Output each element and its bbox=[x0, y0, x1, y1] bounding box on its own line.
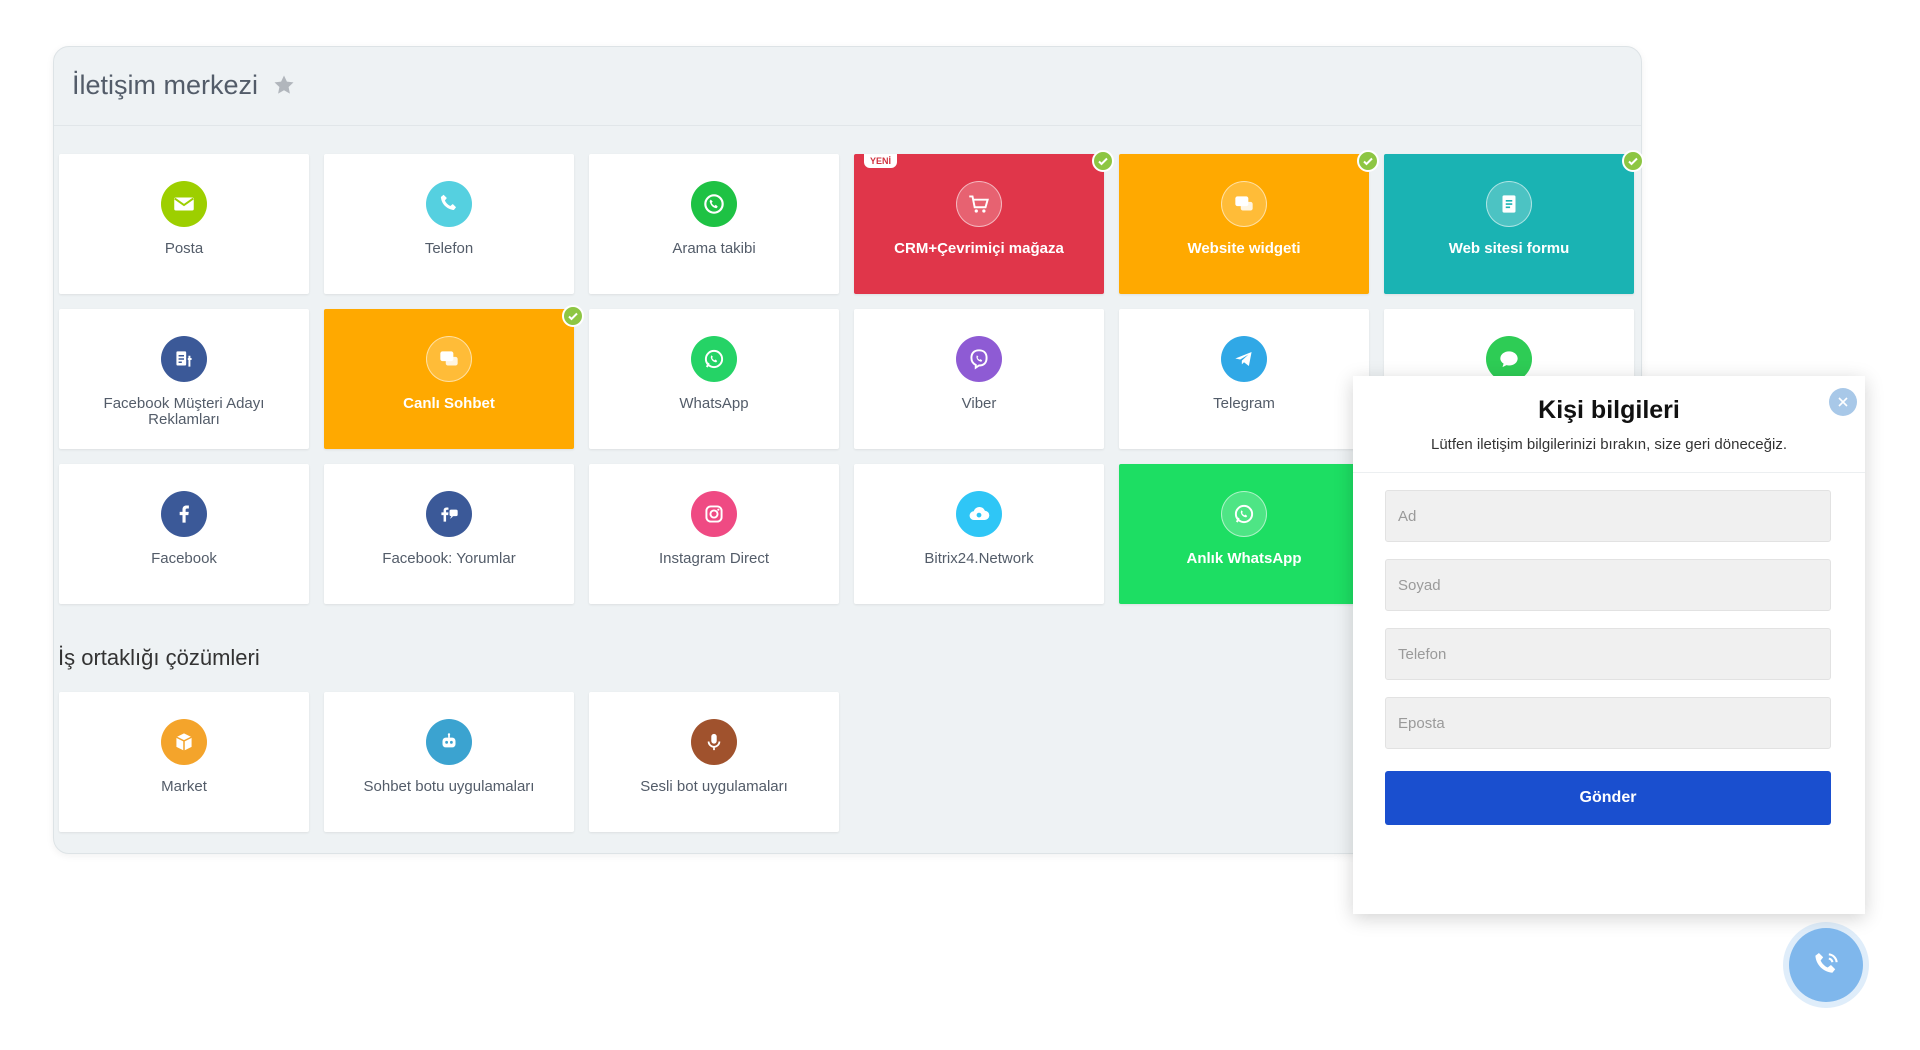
tile-label: Facebook: Yorumlar bbox=[382, 550, 516, 567]
tile-viber[interactable]: Viber bbox=[854, 309, 1104, 449]
tile-chatbot-apps[interactable]: Sohbet botu uygulamaları bbox=[324, 692, 574, 832]
tile-posta[interactable]: Posta bbox=[59, 154, 309, 294]
phone-input[interactable] bbox=[1385, 628, 1831, 680]
page-title-row: İletişim merkezi bbox=[72, 63, 296, 107]
tile-label: Canlı Sohbet bbox=[403, 395, 495, 412]
new-badge: YENİ bbox=[864, 154, 898, 168]
check-icon bbox=[1357, 150, 1379, 172]
microphone-icon bbox=[691, 719, 737, 765]
last-name-input[interactable] bbox=[1385, 559, 1831, 611]
tile-label: Market bbox=[161, 778, 207, 795]
facebook-leads-icon bbox=[161, 336, 207, 382]
phone-icon bbox=[1815, 952, 1838, 973]
submit-button[interactable]: Gönder bbox=[1385, 771, 1831, 825]
whatsapp-icon bbox=[691, 336, 737, 382]
mail-icon bbox=[161, 181, 207, 227]
tile-whatsapp[interactable]: WhatsApp bbox=[589, 309, 839, 449]
partner-section-title: İş ortaklığı çözümleri bbox=[58, 645, 260, 670]
tile-label: Telefon bbox=[424, 240, 474, 257]
close-icon bbox=[1838, 397, 1848, 407]
tile-website-widget[interactable]: Website widgeti bbox=[1119, 150, 1379, 294]
phone-icon bbox=[426, 181, 472, 227]
telegram-icon bbox=[1221, 336, 1267, 382]
title-divider bbox=[54, 125, 1641, 126]
tile-label: CRM+Çevrimiçi mağaza bbox=[894, 240, 1064, 257]
tile-voice-bot-apps[interactable]: Sesli bot uygulamaları bbox=[589, 692, 839, 832]
tile-label: Instagram Direct bbox=[658, 550, 770, 567]
robot-icon bbox=[426, 719, 472, 765]
tile-telegram[interactable]: Telegram bbox=[1119, 309, 1369, 449]
box-icon bbox=[161, 719, 207, 765]
cart-icon bbox=[956, 181, 1002, 227]
tile-instagram-direct[interactable]: Instagram Direct bbox=[589, 464, 839, 604]
tile-label: Viber bbox=[961, 395, 997, 412]
tile-label: Web sitesi formu bbox=[1448, 240, 1570, 257]
tile-arama-takibi[interactable]: Arama takibi bbox=[589, 154, 839, 294]
tile-live-chat[interactable]: Canlı Sohbet bbox=[324, 305, 584, 449]
tile-label: Telegram bbox=[1213, 395, 1275, 412]
tile-telefon[interactable]: Telefon bbox=[324, 154, 574, 294]
form-icon bbox=[1486, 181, 1532, 227]
call-tracking-icon bbox=[691, 181, 737, 227]
tile-label: Arama takibi bbox=[672, 240, 756, 257]
tile-label: Facebook bbox=[151, 550, 217, 567]
email-input[interactable] bbox=[1385, 697, 1831, 749]
form-subtitle: Lütfen iletişim bilgilerinizi bırakın, s… bbox=[1430, 436, 1787, 453]
tile-label: Anlık WhatsApp bbox=[1186, 550, 1302, 567]
check-icon bbox=[1092, 150, 1114, 172]
tile-facebook-lead-ads[interactable]: Facebook Müşteri Adayı Reklamları bbox=[59, 309, 309, 449]
callback-button[interactable] bbox=[1789, 928, 1863, 1002]
viber-icon bbox=[956, 336, 1002, 382]
whatsapp-icon bbox=[1221, 491, 1267, 537]
first-name-input[interactable] bbox=[1385, 490, 1831, 542]
tile-web-form[interactable]: Web sitesi formu bbox=[1384, 150, 1644, 294]
tile-label: Sesli bot uygulamaları bbox=[640, 778, 788, 795]
tile-market[interactable]: Market bbox=[59, 692, 309, 832]
form-divider bbox=[1353, 472, 1865, 473]
close-button[interactable] bbox=[1829, 388, 1857, 416]
instagram-icon bbox=[691, 491, 737, 537]
cloud-icon bbox=[956, 491, 1002, 537]
check-icon bbox=[1622, 150, 1644, 172]
tile-facebook[interactable]: Facebook bbox=[59, 464, 309, 604]
tile-label: WhatsApp bbox=[679, 395, 749, 412]
contact-form: Kişi bilgileri Lütfen iletişim bilgileri… bbox=[1353, 376, 1865, 914]
tile-crm-online-store[interactable]: YENİ CRM+Çevrimiçi mağaza bbox=[854, 150, 1114, 294]
star-icon[interactable] bbox=[272, 73, 296, 97]
tile-instant-whatsapp[interactable]: Anlık WhatsApp bbox=[1119, 464, 1369, 604]
tile-label: Website widgeti bbox=[1187, 240, 1301, 257]
form-title: Kişi bilgileri bbox=[1538, 396, 1680, 424]
facebook-comments-icon bbox=[426, 491, 472, 537]
live-chat-icon bbox=[426, 336, 472, 382]
tile-bitrix24-network[interactable]: Bitrix24.Network bbox=[854, 464, 1104, 604]
tile-label: Sohbet botu uygulamaları bbox=[363, 778, 535, 795]
tile-label: Bitrix24.Network bbox=[924, 550, 1034, 567]
page-title: İletişim merkezi bbox=[72, 69, 259, 100]
check-icon bbox=[562, 305, 584, 327]
tile-facebook-comments[interactable]: Facebook: Yorumlar bbox=[324, 464, 574, 604]
facebook-icon bbox=[161, 491, 207, 537]
tile-label: Facebook Müşteri Adayı Reklamları bbox=[103, 395, 265, 428]
chat-bubbles-icon bbox=[1221, 181, 1267, 227]
tile-label: Posta bbox=[164, 240, 204, 257]
